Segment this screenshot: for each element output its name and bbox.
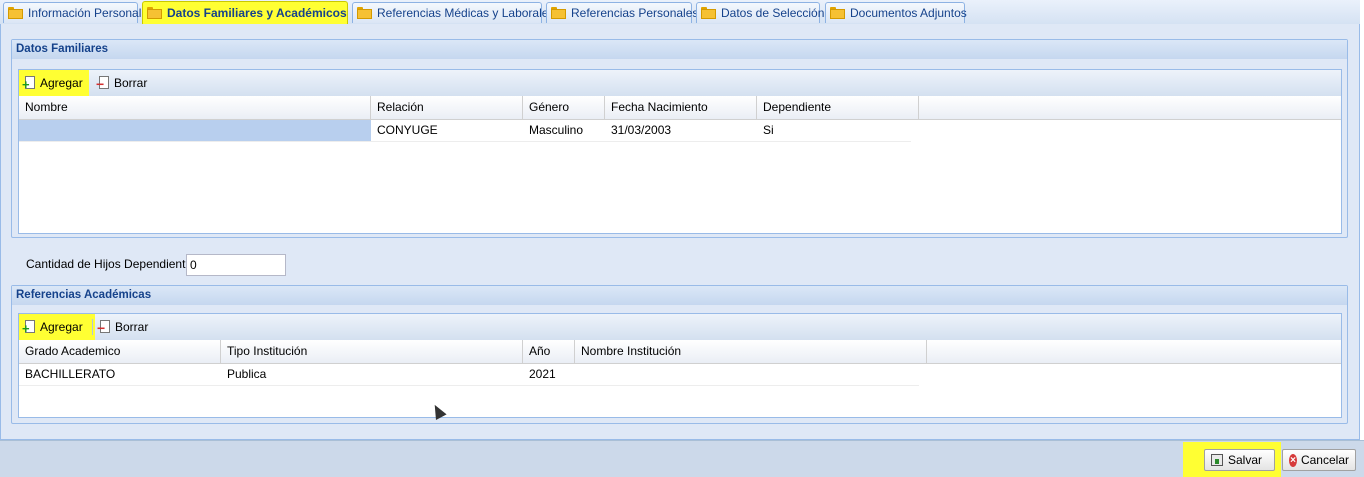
table-row[interactable]: BACHILLERATO Publica 2021 [19,364,919,386]
cell-tipo: Publica [227,367,267,381]
cell-relacion: CONYUGE [377,123,438,137]
table-row[interactable]: CONYUGE Masculino 31/03/2003 Si [19,120,911,142]
tab-documentos-adjuntos[interactable]: Documentos Adjuntos [825,2,967,23]
column-header-dependiente[interactable]: Dependiente [757,96,919,119]
tab-label: Datos de Selección [721,6,825,20]
folder-icon [551,7,566,19]
add-familiar-button[interactable]: Agregar [19,70,89,96]
add-document-icon [22,320,36,335]
save-button[interactable]: Salvar [1204,449,1275,471]
column-header-genero[interactable]: Género [523,96,605,119]
hijos-label: Cantidad de Hijos Dependientes [26,257,199,271]
tab-informacion-personal[interactable]: Información Personal [3,2,142,23]
add-label: Agregar [40,320,83,334]
hijos-dependientes-input[interactable]: 0 [186,254,286,276]
tab-label: Referencias Personales [571,6,699,20]
section-title: Datos Familiares [12,40,1347,59]
column-header-relacion[interactable]: Relación [371,96,523,119]
toolbar-separator [92,319,93,335]
tab-label: Información Personal [28,6,142,20]
section-title: Referencias Académicas [12,286,1347,305]
grid-header: Nombre Relación Género Fecha Nacimiento … [19,96,1341,120]
add-label: Agregar [40,76,83,90]
delete-document-icon [96,76,110,90]
tab-label: Referencias Médicas y Laborales [377,6,555,20]
column-header-nombre[interactable]: Nombre [19,96,371,119]
column-header-fecha-nacimiento[interactable]: Fecha Nacimiento [605,96,757,119]
tab-referencias-personales[interactable]: Referencias Personales [546,2,698,23]
delete-label: Borrar [114,76,148,90]
grid-toolbar: Agregar Borrar [19,314,1341,341]
tab-datos-familiares[interactable]: Datos Familiares y Académicos [142,1,348,24]
cell-dependiente: Si [763,123,774,137]
tab-datos-seleccion[interactable]: Datos de Selección [696,2,824,23]
cancel-icon: × [1289,453,1297,467]
add-document-icon [22,76,36,91]
cell-fecha: 31/03/2003 [611,123,672,137]
tab-label: Datos Familiares y Académicos [167,6,347,20]
column-header-grado[interactable]: Grado Academico [19,340,221,363]
delete-familiar-button[interactable]: Borrar [93,70,153,96]
tab-strip: Información Personal Datos Familiares y … [0,0,1360,25]
tab-content-panel: Datos Familiares Agregar Borrar Nombre R… [0,24,1360,440]
folder-icon [147,7,162,19]
cancel-button[interactable]: × Cancelar [1282,449,1356,471]
cell-genero: Masculino [529,123,584,137]
grid-header: Grado Academico Tipo Institución Año Nom… [19,340,1341,364]
folder-icon [830,7,845,19]
delete-academica-button[interactable]: Borrar [94,314,154,340]
folder-icon [357,7,372,19]
cell-nombre-institucion [575,364,919,385]
tab-referencias-medicas[interactable]: Referencias Médicas y Laborales [352,2,554,23]
footer-bar: Salvar × Cancelar [0,440,1364,477]
datos-familiares-section: Datos Familiares Agregar Borrar Nombre R… [11,39,1348,238]
save-label: Salvar [1228,453,1263,467]
cancel-label: Cancelar [1300,453,1349,467]
academicas-grid: Agregar Borrar Grado Academico Tipo Inst… [18,313,1342,418]
grid-toolbar: Agregar Borrar [19,70,1341,97]
folder-icon [701,7,716,19]
folder-icon [8,7,23,19]
familiares-grid: Agregar Borrar Nombre Relación Género Fe… [18,69,1342,234]
add-academica-button[interactable]: Agregar [19,314,95,340]
cell-nombre [19,120,371,141]
tab-label: Documentos Adjuntos [850,6,967,20]
column-header-anio[interactable]: Año [523,340,575,363]
column-header-nombre-institucion[interactable]: Nombre Institución [575,340,927,363]
delete-document-icon [97,320,111,334]
referencias-academicas-section: Referencias Académicas Agregar Borrar Gr… [11,285,1348,424]
cell-grado: BACHILLERATO [25,367,116,381]
column-header-tipo-institucion[interactable]: Tipo Institución [221,340,523,363]
save-icon [1211,454,1223,466]
cell-anio: 2021 [529,367,556,381]
delete-label: Borrar [115,320,149,334]
